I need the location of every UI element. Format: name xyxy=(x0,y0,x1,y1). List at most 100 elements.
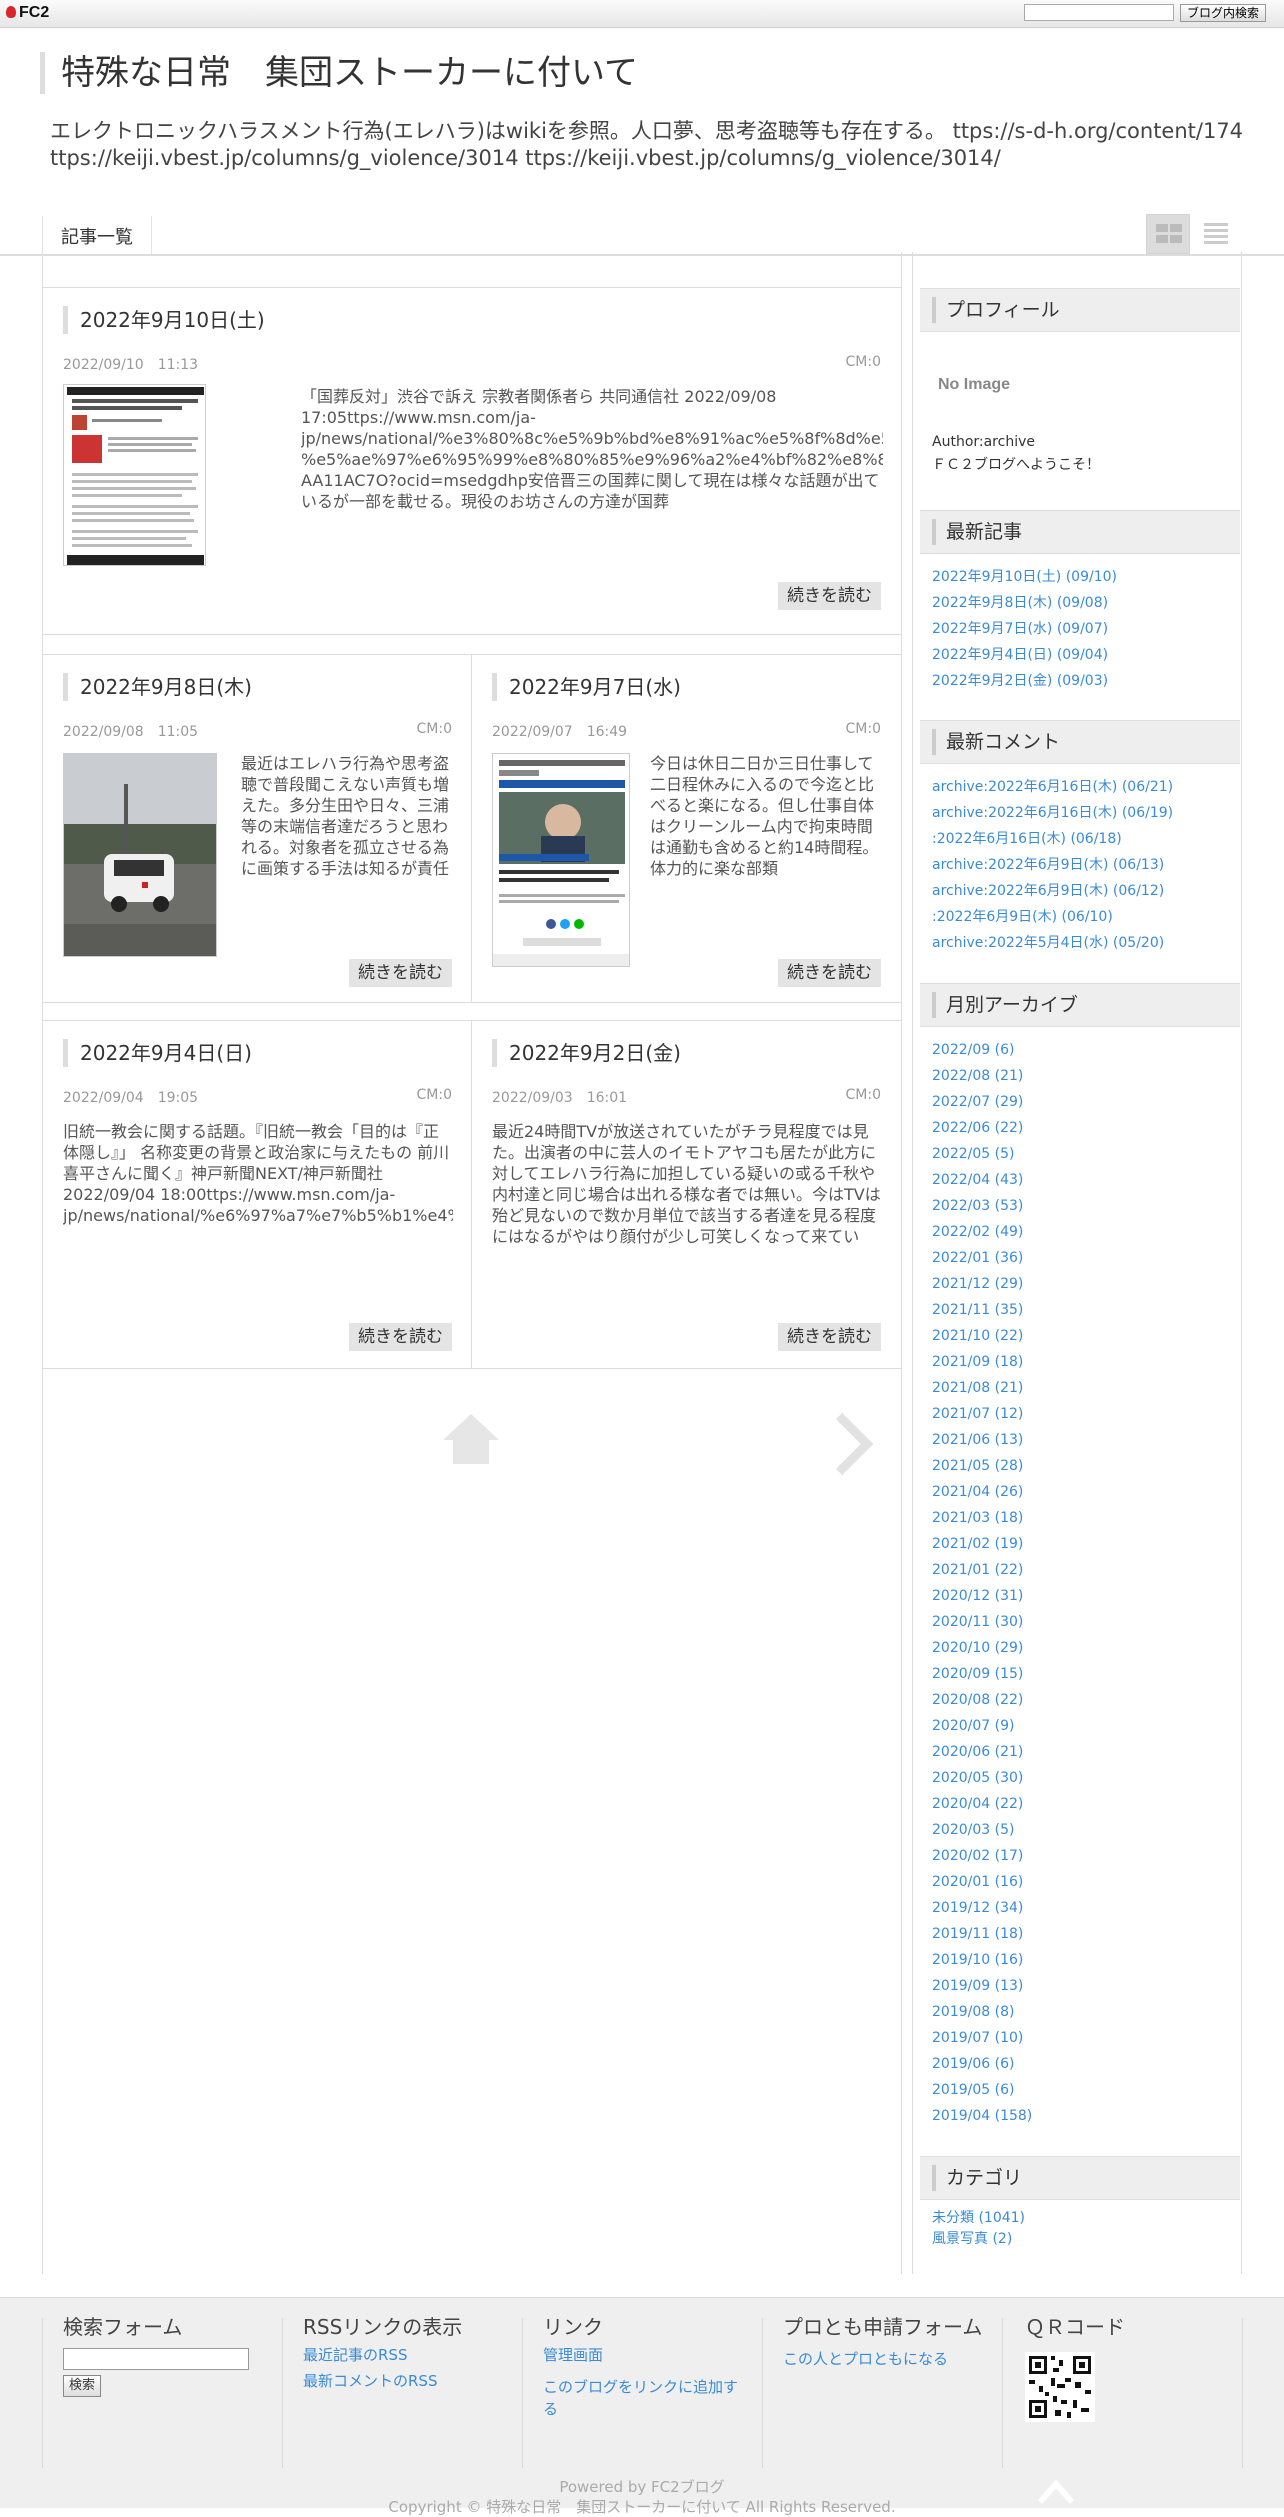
archive-link[interactable]: 2019/05 (6) xyxy=(932,2077,1240,2103)
entry-comment-count[interactable]: CM:0 xyxy=(417,1087,452,1103)
archive-link[interactable]: 2020/06 (21) xyxy=(932,1739,1240,1765)
archive-link[interactable]: 2021/03 (18) xyxy=(932,1505,1240,1531)
entry-comment-count[interactable]: CM:0 xyxy=(846,354,881,370)
recent-entry-link[interactable]: 2022年9月7日(水) (09/07) xyxy=(932,616,1240,642)
rss-comments-link[interactable]: 最新コメントのRSS xyxy=(303,2370,513,2392)
archive-link[interactable]: 2021/01 (22) xyxy=(932,1557,1240,1583)
entry-comment-count[interactable]: CM:0 xyxy=(846,1087,881,1103)
category-link[interactable]: 風景写真 (2) xyxy=(932,2229,1240,2250)
entry-comment-count[interactable]: CM:0 xyxy=(417,721,452,737)
archive-link[interactable]: 2022/06 (22) xyxy=(932,1115,1240,1141)
archive-link[interactable]: 2019/06 (6) xyxy=(932,2051,1240,2077)
archive-link[interactable]: 2019/10 (16) xyxy=(932,1947,1240,1973)
archive-link[interactable]: 2020/07 (9) xyxy=(932,1713,1240,1739)
list-view-icon[interactable] xyxy=(1194,214,1238,254)
footer-rss: RSSリンクの表示 最近記事のRSS 最新コメントのRSS xyxy=(303,2314,513,2392)
archive-link[interactable]: 2021/07 (12) xyxy=(932,1401,1240,1427)
archive-link[interactable]: 2021/11 (35) xyxy=(932,1297,1240,1323)
archive-link[interactable]: 2020/08 (22) xyxy=(932,1687,1240,1713)
recent-comment-link[interactable]: archive:2022年6月9日(木) (06/12) xyxy=(932,878,1240,904)
recent-comment-link[interactable]: :2022年6月9日(木) (06/10) xyxy=(932,904,1240,930)
footer-links-title: リンク xyxy=(543,2315,603,2339)
archive-link[interactable]: 2020/11 (30) xyxy=(932,1609,1240,1635)
archive-link[interactable]: 2020/02 (17) xyxy=(932,1843,1240,1869)
archive-link[interactable]: 2019/11 (18) xyxy=(932,1921,1240,1947)
archive-link[interactable]: 2019/04 (158) xyxy=(932,2103,1240,2129)
archive-link[interactable]: 2021/05 (28) xyxy=(932,1453,1240,1479)
blog-title[interactable]: 特殊な日常 集団ストーカーに付いて xyxy=(40,52,638,94)
entry-title[interactable]: 2022年9月10日(土) xyxy=(63,306,265,334)
read-more-button[interactable]: 続きを読む xyxy=(349,959,452,987)
entry-title[interactable]: 2022年9月4日(日) xyxy=(63,1039,252,1067)
archive-link[interactable]: 2022/02 (49) xyxy=(932,1219,1240,1245)
archive-link[interactable]: 2022/01 (36) xyxy=(932,1245,1240,1271)
blog-search-input[interactable] xyxy=(1024,4,1174,21)
entry-thumbnail[interactable] xyxy=(63,384,206,566)
archive-link[interactable]: 2020/01 (16) xyxy=(932,1869,1240,1895)
home-icon[interactable] xyxy=(441,1412,501,1466)
nav-entry-list[interactable]: 記事一覧 xyxy=(42,216,152,254)
protomo-link[interactable]: この人とプロともになる xyxy=(783,2348,983,2370)
recent-entry-link[interactable]: 2022年9月2日(金) (09/03) xyxy=(932,668,1240,694)
archive-link[interactable]: 2022/04 (43) xyxy=(932,1167,1240,1193)
archive-link[interactable]: 2020/10 (29) xyxy=(932,1635,1240,1661)
footer-qr: ＱＲコード xyxy=(1025,2314,1225,2426)
archive-link[interactable]: 2022/07 (29) xyxy=(932,1089,1240,1115)
recent-comment-link[interactable]: archive:2022年6月16日(木) (06/21) xyxy=(932,774,1240,800)
archive-link[interactable]: 2020/04 (22) xyxy=(932,1791,1240,1817)
recent-entry-link[interactable]: 2022年9月10日(土) (09/10) xyxy=(932,564,1240,590)
recent-comment-link[interactable]: archive:2022年6月16日(木) (06/19) xyxy=(932,800,1240,826)
scroll-to-top-icon[interactable] xyxy=(1036,2474,1076,2508)
archive-link[interactable]: 2022/03 (53) xyxy=(932,1193,1240,1219)
recent-comment-link[interactable]: :2022年6月16日(木) (06/18) xyxy=(932,826,1240,852)
recent-comment-link[interactable]: archive:2022年6月9日(木) (06/13) xyxy=(932,852,1240,878)
entry-comment-count[interactable]: CM:0 xyxy=(846,721,881,737)
archive-link[interactable]: 2019/09 (13) xyxy=(932,1973,1240,1999)
entry-title[interactable]: 2022年9月2日(金) xyxy=(492,1039,681,1067)
archive-link[interactable]: 2021/09 (18) xyxy=(932,1349,1240,1375)
add-link-link[interactable]: このブログをリンクに追加する xyxy=(543,2376,743,2420)
archive-link[interactable]: 2022/09 (6) xyxy=(932,1037,1240,1063)
archive-link[interactable]: 2021/10 (22) xyxy=(932,1323,1240,1349)
read-more-button[interactable]: 続きを読む xyxy=(778,1323,881,1351)
archive-link[interactable]: 2021/02 (19) xyxy=(932,1531,1240,1557)
archive-link[interactable]: 2020/05 (30) xyxy=(932,1765,1240,1791)
read-more-button[interactable]: 続きを読む xyxy=(349,1323,452,1351)
footer-rss-title: RSSリンクの表示 xyxy=(303,2315,463,2339)
recent-entry-link[interactable]: 2022年9月8日(木) (09/08) xyxy=(932,590,1240,616)
archive-link[interactable]: 2019/12 (34) xyxy=(932,1895,1240,1921)
next-page-arrow-icon[interactable] xyxy=(833,1412,873,1476)
archive-link[interactable]: 2020/12 (31) xyxy=(932,1583,1240,1609)
entry-date: 2022/09/08 11:05 xyxy=(63,724,199,740)
archive-link[interactable]: 2020/03 (5) xyxy=(932,1817,1240,1843)
entry-title[interactable]: 2022年9月7日(水) xyxy=(492,673,681,701)
category-link[interactable]: 未分類 (1041) xyxy=(932,2208,1240,2229)
read-more-button[interactable]: 続きを読む xyxy=(778,959,881,987)
archive-link[interactable]: 2021/06 (13) xyxy=(932,1427,1240,1453)
entry-date: 2022/09/03 16:01 xyxy=(492,1090,628,1106)
footer-search-button[interactable]: 検索 xyxy=(63,2375,102,2397)
archive-link[interactable]: 2020/09 (15) xyxy=(932,1661,1240,1687)
archive-link[interactable]: 2019/07 (10) xyxy=(932,2025,1240,2051)
archive-link[interactable]: 2021/08 (21) xyxy=(932,1375,1240,1401)
archive-link[interactable]: 2021/12 (29) xyxy=(932,1271,1240,1297)
archive-link[interactable]: 2022/05 (5) xyxy=(932,1141,1240,1167)
entry-title[interactable]: 2022年9月8日(木) xyxy=(63,673,252,701)
entry-thumbnail[interactable] xyxy=(63,753,217,957)
admin-link[interactable]: 管理画面 xyxy=(543,2344,743,2366)
rss-entries-link[interactable]: 最近記事のRSS xyxy=(303,2344,513,2366)
footer-search-input[interactable] xyxy=(63,2348,249,2370)
no-image-placeholder: No Image xyxy=(938,376,1011,393)
powered-by[interactable]: Powered by FC2ブログ xyxy=(0,2476,1284,2497)
grid-view-icon[interactable] xyxy=(1146,214,1190,254)
archive-link[interactable]: 2021/04 (26) xyxy=(932,1479,1240,1505)
recent-comment-link[interactable]: archive:2022年5月4日(水) (05/20) xyxy=(932,930,1240,956)
fc2-logo[interactable]: FC2 xyxy=(6,4,49,22)
blog-search-button[interactable]: ブログ内検索 xyxy=(1180,4,1267,22)
archive-link[interactable]: 2019/08 (8) xyxy=(932,1999,1240,2025)
recent-entry-link[interactable]: 2022年9月4日(日) (09/04) xyxy=(932,642,1240,668)
entry-thumbnail[interactable] xyxy=(492,753,630,967)
read-more-button[interactable]: 続きを読む xyxy=(778,582,881,610)
archive-link[interactable]: 2022/08 (21) xyxy=(932,1063,1240,1089)
footer: 検索フォーム 検索 RSSリンクの表示 最近記事のRSS 最新コメントのRSS … xyxy=(0,2297,1284,2516)
